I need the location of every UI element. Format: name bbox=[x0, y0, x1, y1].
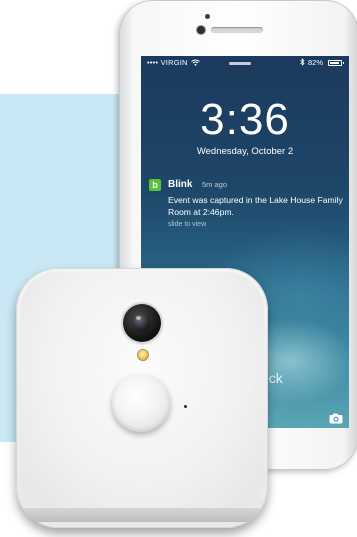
camera-icon[interactable] bbox=[329, 411, 343, 424]
notification-center-grabber[interactable] bbox=[229, 62, 251, 65]
bluetooth-icon bbox=[300, 56, 305, 70]
microphone-hole bbox=[184, 405, 187, 408]
notification-time: 5m ago bbox=[202, 180, 228, 189]
status-led bbox=[138, 350, 148, 360]
notification-message: Event was captured in the Lake House Fam… bbox=[168, 195, 343, 217]
earpiece-speaker bbox=[211, 27, 263, 33]
carrier-label: •••• VIRGIN bbox=[147, 58, 188, 67]
wifi-icon bbox=[191, 56, 200, 70]
front-camera bbox=[197, 26, 205, 34]
lock-screen-date: Wednesday, October 2 bbox=[196, 146, 294, 157]
lens-glint bbox=[136, 316, 141, 320]
notification-app-name: Blink bbox=[168, 179, 193, 190]
camera-base-edge bbox=[24, 508, 260, 522]
lock-screen-time: 3:36 bbox=[200, 95, 290, 144]
battery-icon bbox=[328, 60, 344, 66]
notification-action-hint: slide to view bbox=[168, 221, 207, 228]
blink-camera-device bbox=[16, 268, 268, 528]
status-bar: •••• VIRGIN 82% bbox=[141, 56, 349, 70]
product-scene: •••• VIRGIN 82% 3:36 Wednesday, October … bbox=[0, 0, 357, 537]
blink-app-icon: b bbox=[149, 179, 161, 191]
motion-sensor bbox=[112, 374, 170, 432]
notification[interactable]: b Blink 5m ago Event was captured in the… bbox=[149, 177, 345, 237]
proximity-sensor bbox=[205, 14, 210, 19]
camera-lens bbox=[123, 304, 161, 342]
battery-percentage: 82% bbox=[307, 58, 323, 67]
